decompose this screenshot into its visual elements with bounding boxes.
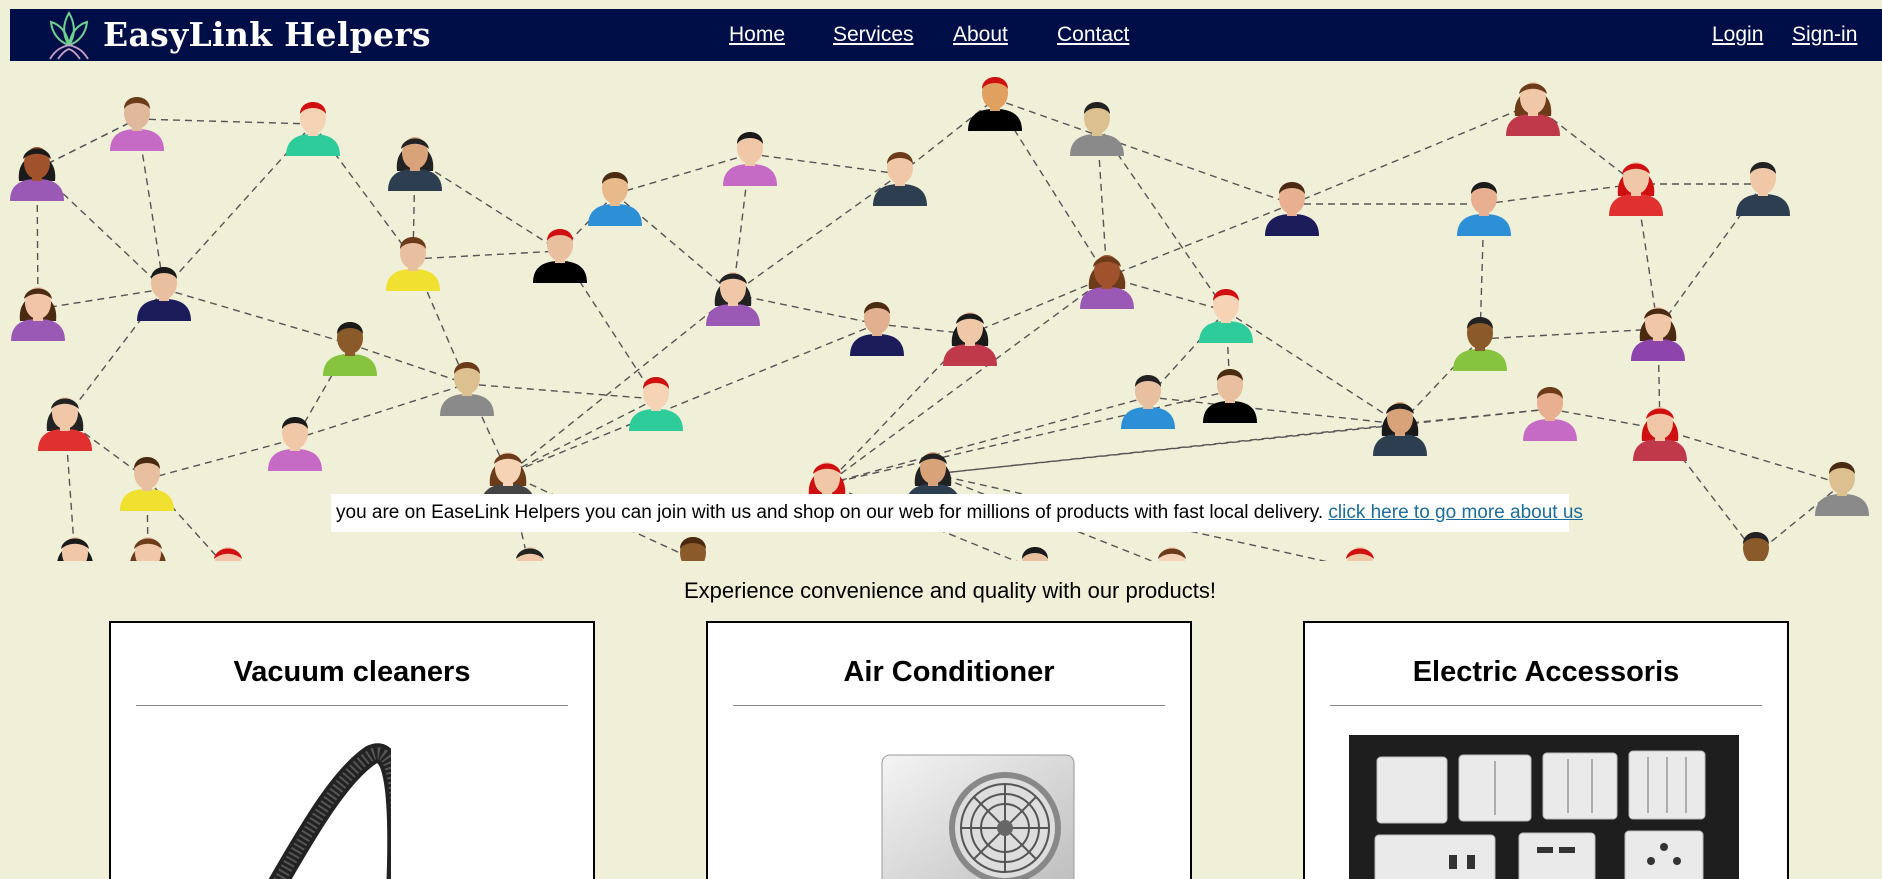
about-us-link[interactable]: click here to go more about us (1328, 502, 1583, 523)
banner-text: you are on EaseLink Helpers you can join… (336, 502, 1324, 523)
network-connection-line (1483, 183, 1637, 205)
air-conditioner-image (881, 754, 1075, 879)
network-connection-line (1659, 428, 1843, 485)
product-card-electric-accessories[interactable]: Electric Accessoris (1303, 621, 1789, 879)
card-divider (1330, 705, 1762, 706)
person-avatar-icon (629, 377, 683, 431)
nav-link-about[interactable]: About (953, 23, 1008, 47)
tagline: Experience convenience and quality with … (684, 578, 1216, 603)
person-avatar-icon (323, 322, 377, 376)
navbar: EasyLink Helpers Home Services About Con… (10, 9, 1882, 61)
electric-switches-image (1349, 735, 1739, 879)
network-connection-line (1479, 328, 1659, 340)
person-avatar-icon (533, 229, 587, 283)
network-connection-line (414, 158, 561, 252)
person-avatar-icon (850, 302, 904, 356)
person-avatar-icon (57, 537, 93, 561)
person-avatar-icon (1265, 182, 1319, 236)
person-avatar-icon (1506, 82, 1560, 136)
network-connection-line (507, 323, 878, 475)
network-connection-line (826, 390, 1231, 485)
brand-name[interactable]: EasyLink Helpers (103, 17, 431, 53)
person-avatar-icon (386, 237, 440, 291)
person-avatar-icon (38, 397, 92, 451)
person-avatar-icon (943, 312, 997, 366)
nav-link-services[interactable]: Services (833, 23, 914, 47)
person-avatar-icon (388, 137, 442, 191)
person-avatar-icon (440, 362, 494, 416)
about-banner: you are on EaseLink Helpers you can join… (331, 494, 1583, 532)
network-connection-line (507, 293, 734, 475)
person-avatar-icon (110, 97, 164, 151)
network-connection-line (732, 173, 901, 295)
person-avatar-icon (130, 537, 166, 561)
person-avatar-icon (1609, 162, 1663, 216)
sign-in-link[interactable]: Sign-in (1792, 23, 1857, 47)
login-link[interactable]: Login (1712, 23, 1763, 47)
person-avatar-icon (1203, 369, 1257, 423)
product-title: Air Conditioner (843, 656, 1055, 688)
network-connection-line (826, 396, 1149, 485)
person-avatar-icon (1158, 547, 1186, 561)
person-avatar-icon (1453, 317, 1507, 371)
network-connection-line (749, 153, 901, 175)
network-connection-line (136, 118, 314, 125)
product-card-air-conditioner[interactable]: Air Conditioner (706, 621, 1192, 879)
nav-link-contact[interactable]: Contact (1057, 23, 1129, 47)
card-divider (136, 705, 568, 706)
hero-network-illustration (0, 61, 1882, 561)
person-avatar-icon (1199, 289, 1253, 343)
person-avatar-icon (1457, 182, 1511, 236)
person-avatar-icon (1815, 462, 1869, 516)
person-avatar-icon (1022, 547, 1048, 561)
person-avatar-icon (516, 547, 544, 561)
product-card-vacuum[interactable]: Vacuum cleaners (109, 621, 595, 879)
person-avatar-icon (11, 287, 65, 341)
person-avatar-icon (588, 172, 642, 226)
card-divider (733, 705, 1165, 706)
person-avatar-icon (680, 537, 706, 561)
person-avatar-icon (1631, 307, 1685, 361)
person-avatar-icon (1373, 402, 1427, 456)
person-avatar-icon (1633, 407, 1687, 461)
person-avatar-icon (873, 152, 927, 206)
network-connection-line (1291, 103, 1534, 205)
person-avatar-icon (1080, 255, 1134, 309)
vacuum-hose-image (268, 743, 391, 879)
person-avatar-icon (1346, 547, 1374, 561)
person-avatar-icon (286, 102, 340, 156)
people-network-graphic (10, 77, 1869, 561)
nav-link-home[interactable]: Home (729, 23, 785, 47)
network-connection-line (466, 383, 657, 400)
network-connection-line (899, 98, 996, 175)
network-connection-line (994, 98, 1293, 205)
person-avatar-icon (1523, 387, 1577, 441)
product-title: Electric Accessoris (1412, 656, 1680, 688)
person-avatar-icon (1121, 375, 1175, 429)
product-title: Vacuum cleaners (233, 656, 471, 688)
network-connection-line (507, 398, 657, 475)
person-avatar-icon (214, 547, 242, 561)
person-avatar-icon (137, 267, 191, 321)
person-avatar-icon (10, 147, 64, 201)
network-connection-line (1225, 310, 1401, 425)
lotus-logo-icon[interactable] (42, 9, 96, 61)
person-avatar-icon (1743, 532, 1769, 561)
network-connection-line (1147, 396, 1401, 425)
network-connection-line (1106, 203, 1293, 278)
person-avatar-icon (1736, 162, 1790, 216)
network-connection-line (412, 250, 561, 260)
person-avatar-icon (968, 77, 1022, 131)
network-connection-line (163, 288, 351, 345)
